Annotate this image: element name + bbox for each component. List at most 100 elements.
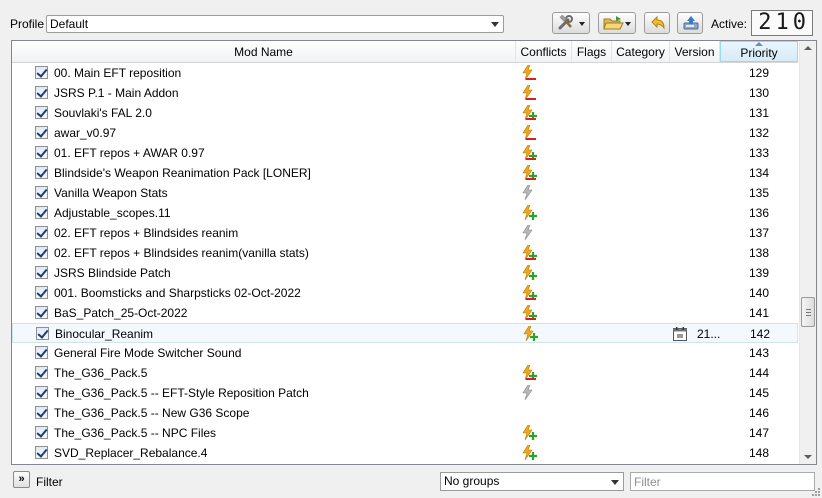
mod-name: 02. EFT repos + Blindsides reanim(vanill…: [54, 246, 309, 260]
lightning-gray-icon: [522, 185, 533, 201]
column-header-mod-name[interactable]: Mod Name: [12, 41, 516, 62]
create-backup-button[interactable]: [677, 12, 703, 34]
lightning-plus-minus-icon: [522, 365, 537, 381]
open-folder-menu-button[interactable]: [598, 12, 636, 34]
lightning-plus-minus-icon: [522, 105, 537, 121]
mod-rows: 00. Main EFT reposition 129 JSRS P.1 - Mai…: [12, 63, 798, 464]
mod-priority: 145: [748, 386, 770, 400]
mod-enabled-checkbox[interactable]: [35, 346, 48, 359]
mod-enabled-checkbox[interactable]: [35, 146, 48, 159]
mod-row[interactable]: awar_v0.97 132: [12, 123, 798, 143]
mod-enabled-checkbox[interactable]: [35, 66, 48, 79]
column-header-conflicts[interactable]: Conflicts: [516, 41, 572, 62]
profile-label: Profile: [10, 17, 45, 31]
column-header-version[interactable]: Version: [670, 41, 720, 62]
mod-row[interactable]: 02. EFT repos + Blindsides reanim 137: [12, 223, 798, 243]
mod-row[interactable]: 01. EFT repos + AWAR 0.97 133: [12, 143, 798, 163]
mod-priority: 141: [748, 306, 770, 320]
mod-priority: 138: [748, 246, 770, 260]
mod-row[interactable]: Souvlaki's FAL 2.0 131: [12, 103, 798, 123]
chevron-down-icon: [491, 22, 499, 27]
scroll-down-icon[interactable]: [804, 455, 812, 459]
lightning-plus-minus-icon: [522, 145, 537, 161]
mod-row[interactable]: SVD_Replacer_Rebalance.4 148: [12, 443, 798, 463]
mod-enabled-checkbox[interactable]: [35, 126, 48, 139]
mod-enabled-checkbox[interactable]: [35, 206, 48, 219]
lightning-minus-icon: [522, 125, 536, 141]
mod-enabled-checkbox[interactable]: [35, 246, 48, 259]
mod-name: 001. Boomsticks and Sharpsticks 02-Oct-2…: [54, 286, 301, 300]
mod-enabled-checkbox[interactable]: [35, 266, 48, 279]
profile-dropdown[interactable]: Default: [46, 15, 504, 33]
mod-priority: 133: [748, 146, 770, 160]
mod-version: 21...: [697, 327, 721, 341]
filter-toggle-button[interactable]: »: [13, 471, 30, 488]
lightning-plus-minus-icon: [522, 245, 537, 261]
mod-row[interactable]: JSRS P.1 - Main Addon 130: [12, 83, 798, 103]
mod-row[interactable]: Vanilla Weapon Stats 135: [12, 183, 798, 203]
mod-name: JSRS Blindside Patch: [54, 266, 171, 280]
mod-enabled-checkbox[interactable]: [35, 226, 48, 239]
mod-priority: 139: [748, 266, 770, 280]
mod-row[interactable]: JSRS Blindside Patch 139: [12, 263, 798, 283]
filter-input[interactable]: [630, 472, 815, 491]
groups-dropdown-value: No groups: [444, 474, 500, 488]
mod-enabled-checkbox[interactable]: [35, 306, 48, 319]
mod-row[interactable]: General Fire Mode Switcher Sound 143: [12, 343, 798, 363]
mod-row[interactable]: 00. Main EFT reposition 129: [12, 63, 798, 83]
mod-priority: 143: [748, 346, 770, 360]
mod-row[interactable]: 001. Boomsticks and Sharpsticks 02-Oct-2…: [12, 283, 798, 303]
vertical-scrollbar[interactable]: [799, 41, 816, 464]
column-header-category[interactable]: Category: [612, 41, 670, 62]
mod-enabled-checkbox[interactable]: [35, 286, 48, 299]
mod-enabled-checkbox[interactable]: [35, 366, 48, 379]
resize-grip-icon[interactable]: [810, 486, 820, 496]
mod-row[interactable]: Adjustable_scopes.11 136: [12, 203, 798, 223]
mod-name: SVD_Replacer_Rebalance.4: [54, 446, 208, 460]
scrollbar-thumb[interactable]: [801, 297, 815, 327]
mod-enabled-checkbox[interactable]: [35, 186, 48, 199]
mod-enabled-checkbox[interactable]: [35, 86, 48, 99]
grip-line: [806, 315, 811, 316]
lightning-plus-minus-icon: [522, 305, 537, 321]
mod-row[interactable]: The_G36_Pack.5 144: [12, 363, 798, 383]
mod-enabled-checkbox[interactable]: [35, 386, 48, 399]
mod-enabled-checkbox[interactable]: [35, 446, 48, 459]
grip-line: [806, 309, 811, 310]
mod-priority: 130: [748, 86, 770, 100]
column-header-priority[interactable]: Priority: [720, 41, 798, 62]
mod-row[interactable]: Binocular_Reanim 21... 142: [12, 323, 798, 343]
mod-row[interactable]: 02. EFT repos + Blindsides reanim(vanill…: [12, 243, 798, 263]
mod-priority: 131: [748, 106, 770, 120]
column-header-flags[interactable]: Flags: [572, 41, 612, 62]
top-toolbar: Profile Default Active: 210: [0, 0, 822, 38]
mod-priority: 142: [749, 327, 771, 341]
scroll-up-icon[interactable]: [804, 46, 812, 50]
mod-name: The_G36_Pack.5 -- NPC Files: [54, 426, 217, 440]
groups-dropdown[interactable]: No groups: [440, 472, 624, 491]
profile-dropdown-value: Default: [50, 17, 89, 31]
mod-row[interactable]: BaS_Patch_25-Oct-2022 141: [12, 303, 798, 323]
tools-menu-button[interactable]: [552, 12, 590, 34]
lightning-plus-icon: [522, 445, 537, 461]
filter-label: Filter: [36, 475, 63, 489]
mod-priority: 137: [748, 226, 770, 240]
mod-enabled-checkbox[interactable]: [35, 406, 48, 419]
mod-enabled-checkbox[interactable]: [36, 327, 49, 340]
mod-enabled-checkbox[interactable]: [35, 106, 48, 119]
mod-row[interactable]: The_G36_Pack.5 -- New G36 Scope 146: [12, 403, 798, 423]
mod-row[interactable]: The_G36_Pack.5 -- NPC Files 147: [12, 423, 798, 443]
mod-priority: 136: [748, 206, 770, 220]
mod-name: General Fire Mode Switcher Sound: [54, 346, 242, 360]
restore-backup-button[interactable]: [644, 12, 670, 34]
sort-ascending-icon: [755, 42, 763, 46]
mod-row[interactable]: The_G36_Pack.5 -- EFT-Style Reposition P…: [12, 383, 798, 403]
mod-enabled-checkbox[interactable]: [35, 426, 48, 439]
lightning-plus-minus-icon: [522, 285, 537, 301]
mod-priority: 144: [748, 366, 770, 380]
mod-name: 02. EFT repos + Blindsides reanim: [54, 226, 239, 240]
mod-list-header: Mod Name Conflicts Flags Category Versio…: [12, 41, 798, 63]
mod-row[interactable]: Blindside's Weapon Reanimation Pack [LON…: [12, 163, 798, 183]
mod-priority: 129: [748, 66, 770, 80]
mod-enabled-checkbox[interactable]: [35, 166, 48, 179]
